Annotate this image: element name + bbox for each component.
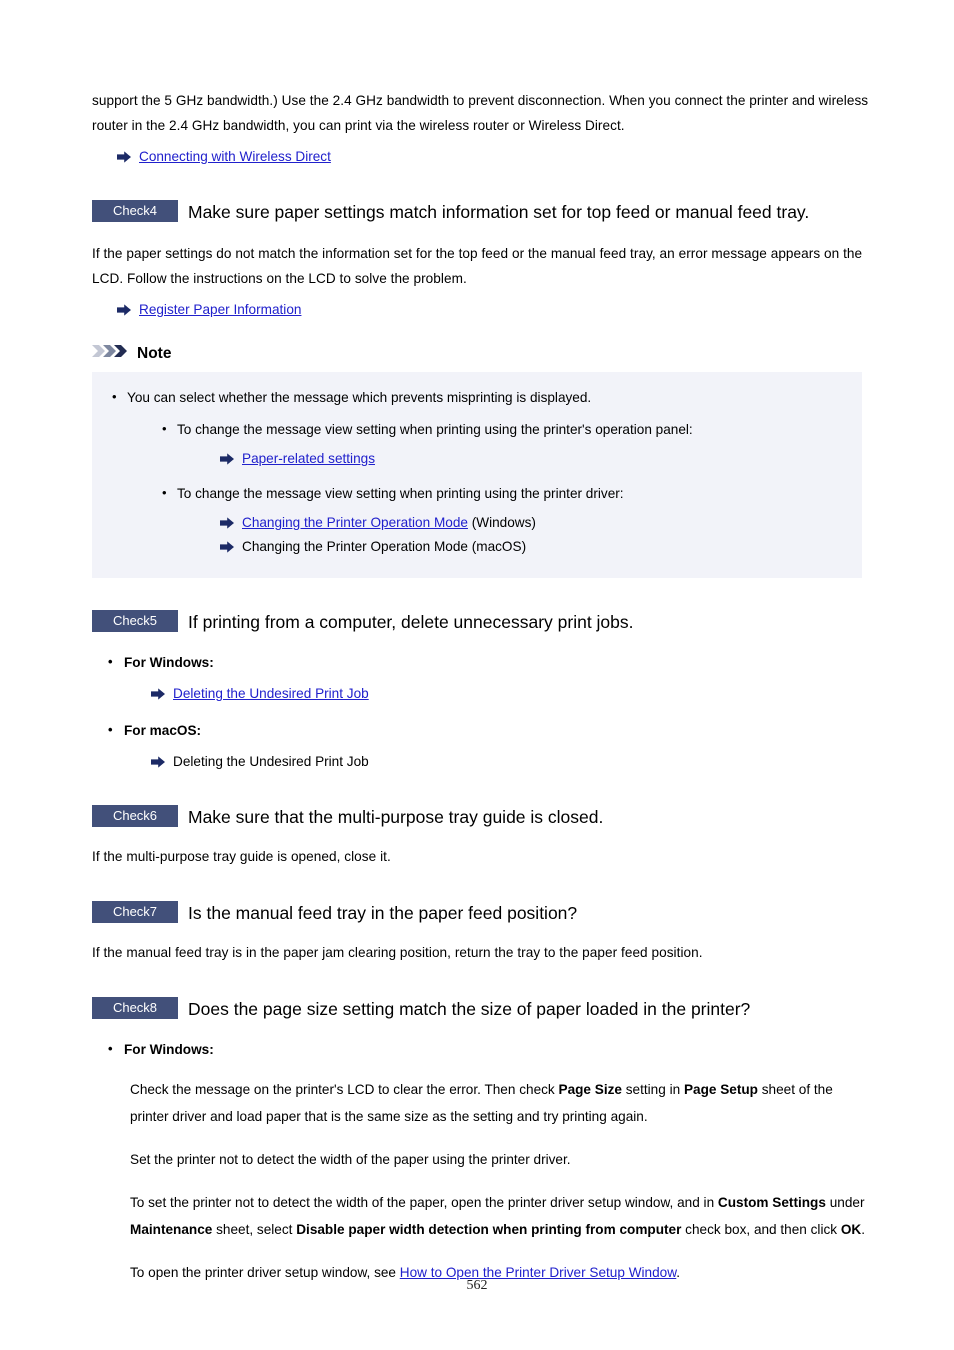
intro-paragraph: support the 5 GHz bandwidth.) Use the 2.… <box>92 93 869 133</box>
check6-heading: Check6 Make sure that the multi-purpose t… <box>92 803 875 832</box>
c8p1-page-setup: Page Setup <box>683 1082 758 1097</box>
arrow-right-icon <box>116 302 132 318</box>
triple-chevron-icon <box>92 343 130 364</box>
link-connecting-with-wireless-direct[interactable]: Connecting with Wireless Direct <box>139 146 331 168</box>
check8-windows-label: For Windows: <box>124 1042 214 1057</box>
check5-macos-text: Deleting the Undesired Print Job <box>173 754 369 769</box>
check4-title: Make sure paper settings match informati… <box>188 202 810 222</box>
note-item-1-text: You can select whether the message which… <box>127 390 592 405</box>
note-item-1: You can select whether the message which… <box>110 385 844 558</box>
check5-os-list: For Windows: Deleting the Undesired Prin… <box>92 650 875 773</box>
c8p1-page-size: Page Size <box>558 1082 622 1097</box>
link-changing-the-printer-operation-mode[interactable]: Changing the Printer Operation Mode <box>242 515 468 530</box>
check8-paragraph-2: Set the printer not to detect the width … <box>130 1152 571 1167</box>
c8p3-i: . <box>861 1222 866 1237</box>
windows-suffix: (Windows) <box>467 515 536 530</box>
check6-title: Make sure that the multi-purpose tray gu… <box>188 807 604 827</box>
c8p3-e: sheet, select <box>212 1222 297 1237</box>
note-header: Note <box>92 343 875 364</box>
c8p3-c: under <box>825 1195 865 1210</box>
check5-title: If printing from a computer, delete unne… <box>188 612 634 632</box>
link-row-register-paper-information[interactable]: Register Paper Information <box>92 299 875 321</box>
check8-heading: Check8 Does the page size setting match t… <box>92 995 875 1024</box>
arrow-right-icon <box>150 686 166 702</box>
link-row-deleting-undesired-print-job-windows[interactable]: Deleting the Undesired Print Job <box>124 683 875 705</box>
check8-os-list: For Windows: <box>92 1037 875 1062</box>
arrow-right-icon <box>116 149 132 165</box>
check4-body: If the paper settings do not match the i… <box>92 246 863 286</box>
c8p1-a: Check the message on the printer's LCD t… <box>130 1082 559 1097</box>
note-subitem-2-text: To change the message view setting when … <box>177 486 624 501</box>
note-subitem-1-text: To change the message view setting when … <box>177 422 693 437</box>
note-box: You can select whether the message which… <box>92 372 862 578</box>
document-page: support the 5 GHz bandwidth.) Use the 2.… <box>0 0 954 1350</box>
check4-heading: Check4 Make sure paper settings match inf… <box>92 198 875 227</box>
changing-mode-macos-text: Changing the Printer Operation Mode (mac… <box>242 539 527 554</box>
note-list: You can select whether the message which… <box>110 385 844 558</box>
check4-badge: Check4 <box>92 200 178 222</box>
link-row-deleting-undesired-print-job-macos: Deleting the Undesired Print Job <box>124 751 875 773</box>
arrow-right-icon <box>219 515 235 531</box>
link-row-changing-printer-operation-mode-windows[interactable]: Changing the Printer Operation Mode (Win… <box>177 512 844 534</box>
check5-macos-label: For macOS: <box>124 723 202 738</box>
arrow-right-icon <box>219 451 235 467</box>
check5-heading: Check5 If printing from a computer, delet… <box>92 608 875 637</box>
c8p3-maintenance: Maintenance <box>130 1222 213 1237</box>
check5-windows-item: For Windows: Deleting the Undesired Prin… <box>108 650 875 705</box>
arrow-right-icon <box>219 539 235 555</box>
check7-title: Is the manual feed tray in the paper fee… <box>188 903 578 923</box>
check8-windows-item: For Windows: <box>108 1037 875 1062</box>
c8p3-g: check box, and then click <box>681 1222 841 1237</box>
link-deleting-the-undesired-print-job[interactable]: Deleting the Undesired Print Job <box>173 683 369 705</box>
check8-paragraph-3: To set the printer not to detect the wid… <box>130 1189 875 1243</box>
c8p3-custom-settings: Custom Settings <box>717 1195 826 1210</box>
link-paper-related-settings[interactable]: Paper-related settings <box>242 448 375 470</box>
check7-body: If the manual feed tray is in the paper … <box>92 945 703 960</box>
check7-heading: Check7 Is the manual feed tray in the pap… <box>92 899 875 928</box>
link-row-connecting-wireless-direct[interactable]: Connecting with Wireless Direct <box>92 146 875 168</box>
c8p3-ok: OK <box>840 1222 862 1237</box>
note-sublist: To change the message view setting when … <box>127 417 844 558</box>
note-subitem-2: To change the message view setting when … <box>162 481 844 558</box>
link-row-paper-related-settings[interactable]: Paper-related settings <box>177 448 844 470</box>
check5-macos-item: For macOS: Deleting the Undesired Print … <box>108 718 875 773</box>
check6-badge: Check6 <box>92 805 178 827</box>
arrow-right-icon <box>150 754 166 770</box>
note-label: Note <box>137 344 172 362</box>
changing-mode-windows-line: Changing the Printer Operation Mode (Win… <box>242 512 536 534</box>
check8-badge: Check8 <box>92 997 178 1019</box>
link-register-paper-information[interactable]: Register Paper Information <box>139 299 301 321</box>
c8p1-c: setting in <box>621 1082 684 1097</box>
check5-windows-label: For Windows: <box>124 655 214 670</box>
c8p3-disable-detection: Disable paper width detection when print… <box>296 1222 682 1237</box>
c8p3-a: To set the printer not to detect the wid… <box>130 1195 718 1210</box>
note-subitem-1: To change the message view setting when … <box>162 417 844 470</box>
page-number: 562 <box>466 1278 488 1293</box>
check6-body: If the multi-purpose tray guide is opene… <box>92 849 391 864</box>
check5-badge: Check5 <box>92 610 178 632</box>
check7-badge: Check7 <box>92 901 178 923</box>
check8-paragraphs: Check the message on the printer's LCD t… <box>92 1076 875 1286</box>
check8-paragraph-1: Check the message on the printer's LCD t… <box>130 1076 875 1130</box>
link-row-changing-printer-operation-mode-macos: Changing the Printer Operation Mode (mac… <box>177 536 844 558</box>
check8-title: Does the page size setting match the siz… <box>188 999 751 1019</box>
